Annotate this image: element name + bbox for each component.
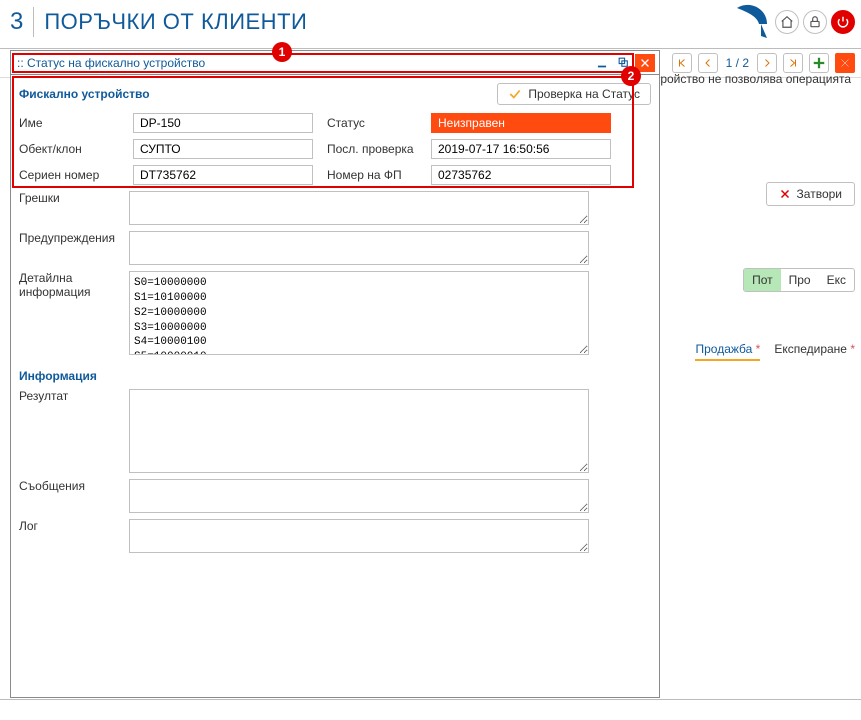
- annotation-marker-2: 2: [621, 66, 641, 86]
- filter-pot[interactable]: Пот: [744, 269, 781, 291]
- tab-shipping[interactable]: Експедиране *: [774, 342, 855, 361]
- textarea-result[interactable]: [129, 389, 589, 473]
- input-status[interactable]: [431, 113, 611, 133]
- label-status: Статус: [327, 116, 417, 130]
- annotation-marker-1: 1: [272, 42, 292, 62]
- textarea-log[interactable]: [129, 519, 589, 553]
- label-fpno: Номер на ФП: [327, 168, 417, 182]
- dialog-title: :: Статус на фискално устройство: [17, 56, 205, 70]
- info-section-title: Информация: [19, 369, 651, 383]
- label-errors: Грешки: [19, 191, 119, 205]
- pager-next[interactable]: [757, 53, 777, 73]
- pager-prev[interactable]: [698, 53, 718, 73]
- pager-close[interactable]: [835, 53, 855, 73]
- textarea-messages[interactable]: [129, 479, 589, 513]
- textarea-warnings[interactable]: [129, 231, 589, 265]
- page-letter: 3: [10, 8, 23, 36]
- topbar: 3 ПОРЪЧКИ ОТ КЛИЕНТИ: [0, 0, 861, 49]
- pager-first[interactable]: [672, 53, 692, 73]
- minimize-icon[interactable]: [593, 54, 611, 72]
- tabs: Продажба * Експедиране *: [695, 342, 855, 361]
- label-detail: Детайлна информация: [19, 271, 119, 299]
- pager-last[interactable]: [783, 53, 803, 73]
- lock-button[interactable]: [803, 10, 827, 34]
- label-warnings: Предупреждения: [19, 231, 119, 245]
- filter-pro[interactable]: Про: [781, 269, 819, 291]
- textarea-detail[interactable]: [129, 271, 589, 355]
- label-serial: Сериен номер: [19, 168, 119, 182]
- fiscal-status-dialog: :: Статус на фискално устройство Фискалн…: [10, 50, 660, 698]
- power-button[interactable]: [831, 10, 855, 34]
- filter-group: Пот Про Екс: [743, 268, 855, 292]
- page-title: ПОРЪЧКИ ОТ КЛИЕНТИ: [44, 9, 307, 35]
- label-result: Резултат: [19, 389, 119, 403]
- input-name[interactable]: [133, 113, 313, 133]
- label-lastcheck: Посл. проверка: [327, 142, 417, 156]
- pager-counter: 1 / 2: [724, 56, 751, 70]
- label-name: Име: [19, 116, 119, 130]
- dialog-titlebar[interactable]: :: Статус на фискално устройство: [11, 51, 659, 75]
- close-button-label: Затвори: [797, 187, 842, 201]
- divider: [33, 7, 34, 37]
- input-serial[interactable]: [133, 165, 313, 185]
- input-object[interactable]: [133, 139, 313, 159]
- label-object: Обект/клон: [19, 142, 119, 156]
- footer-border: [0, 699, 861, 700]
- device-section-title: Фискално устройство: [19, 87, 150, 101]
- input-fpno[interactable]: [431, 165, 611, 185]
- label-log: Лог: [19, 519, 119, 533]
- check-status-label: Проверка на Статус: [528, 87, 640, 101]
- check-status-button[interactable]: Проверка на Статус: [497, 83, 651, 105]
- close-button[interactable]: Затвори: [766, 182, 855, 206]
- filter-eks[interactable]: Екс: [819, 269, 854, 291]
- pager-add[interactable]: [809, 53, 829, 73]
- tab-sale[interactable]: Продажба *: [695, 342, 760, 361]
- logo-bird: [731, 2, 771, 42]
- textarea-errors[interactable]: [129, 191, 589, 225]
- input-lastcheck[interactable]: [431, 139, 611, 159]
- label-messages: Съобщения: [19, 479, 119, 493]
- home-button[interactable]: [775, 10, 799, 34]
